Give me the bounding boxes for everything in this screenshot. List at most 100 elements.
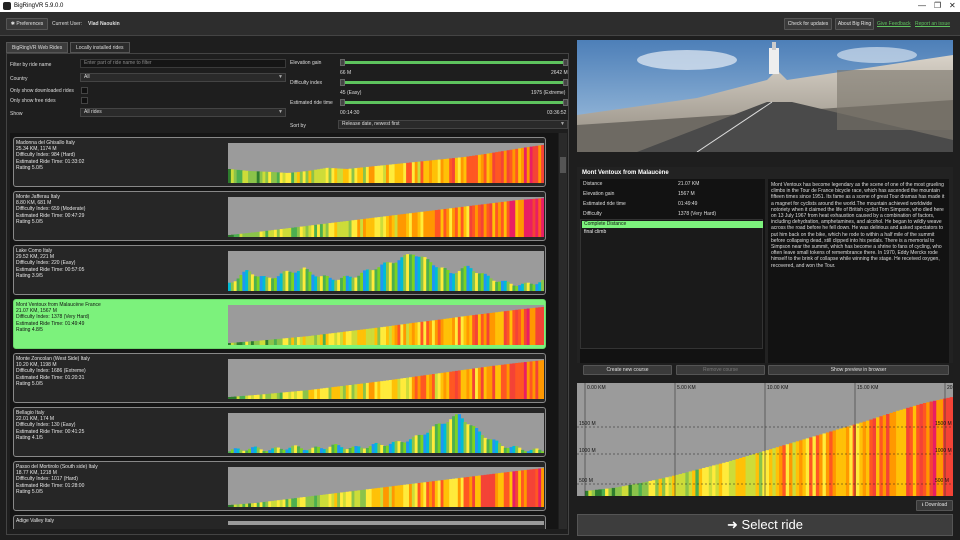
profile-bar <box>386 261 390 291</box>
profile-bar <box>732 459 736 496</box>
profile-bar <box>319 494 324 507</box>
climb-list[interactable]: Complete Distance final climb <box>580 219 763 349</box>
profile-bar <box>408 377 413 399</box>
profile-bar <box>698 468 703 496</box>
report-issue-link[interactable]: Report an issue <box>915 21 950 27</box>
profile-bar <box>351 384 355 399</box>
profile-bar <box>250 503 255 507</box>
profile-bar <box>285 338 289 345</box>
slider-handle[interactable] <box>563 99 568 106</box>
profile-bar <box>912 405 917 496</box>
profile-bar <box>845 426 850 496</box>
profile-bar <box>538 198 542 237</box>
profile-bar <box>469 425 473 453</box>
free-checkbox[interactable] <box>81 97 88 104</box>
climb-item[interactable]: Complete Distance <box>582 221 763 228</box>
profile-bar <box>394 485 398 507</box>
profile-bar <box>386 380 390 399</box>
ride-diff: Difficulty Index: 1378 (Very Hard) <box>16 314 90 321</box>
ride-rating: Rating 5.0/5 <box>16 164 43 171</box>
elevation-slider[interactable] <box>340 59 568 66</box>
sort-select[interactable]: Release date, newest first ▼ <box>338 120 568 129</box>
profile-bar <box>628 484 633 496</box>
slider-handle[interactable] <box>340 99 345 106</box>
profile-bar <box>417 212 421 237</box>
profile-bar <box>532 284 536 291</box>
remove-course-button[interactable]: Remove course <box>676 365 765 375</box>
ride-card[interactable]: Monte Zoncolan (West Side) Italy 10.20 KM… <box>13 353 546 403</box>
profile-bar <box>337 168 341 183</box>
profile-bar <box>250 341 255 345</box>
ride-card[interactable]: Bellagio Italy 22.01 KM, 174 M Difficulty … <box>13 407 546 457</box>
about-button[interactable]: About Big Ring <box>835 18 874 30</box>
preview-browser-button[interactable]: Show preview in browser <box>768 365 949 375</box>
profile-bar <box>495 365 499 399</box>
y-tick-label: 1000 M <box>935 448 952 454</box>
profile-bar <box>483 204 487 237</box>
feedback-link[interactable]: Give Feedback <box>877 21 911 27</box>
country-select[interactable]: All ▼ <box>80 73 286 82</box>
chevron-down-icon: ▼ <box>278 109 283 115</box>
ride-card[interactable]: Mont Ventoux from Malaucène France 21.07 … <box>13 299 546 349</box>
minimize-icon[interactable]: — <box>918 1 926 10</box>
ride-card[interactable]: Monte Jafferau Italy 8.80 KM, 681 M Diffic… <box>13 191 546 241</box>
profile-bar <box>678 473 683 496</box>
profile-bar <box>374 269 378 291</box>
downloaded-checkbox[interactable] <box>81 87 88 94</box>
profile-bar <box>500 201 505 237</box>
check-updates-button[interactable]: Check for updates <box>784 18 832 30</box>
create-course-button[interactable]: Create new course <box>583 365 672 375</box>
profile-bar <box>265 393 269 399</box>
profile-bar <box>469 205 473 237</box>
ride-card[interactable]: Lake Como Italy 29.52 KM, 221 M Difficulty… <box>13 245 546 295</box>
close-icon[interactable]: ✕ <box>949 1 956 10</box>
download-button[interactable]: ⭳ Download <box>916 500 953 511</box>
slider-handle[interactable] <box>563 79 568 86</box>
profile-bar <box>443 372 447 399</box>
slider-handle[interactable] <box>563 59 568 66</box>
difficulty-slider[interactable] <box>340 79 568 86</box>
profile-bar <box>541 451 544 453</box>
profile-bar <box>340 447 344 453</box>
slider-handle[interactable] <box>340 59 345 66</box>
profile-bar <box>308 449 312 453</box>
preferences-button[interactable]: ✱ Preferences <box>6 18 48 30</box>
profile-bar <box>400 378 404 399</box>
filter-input[interactable]: Enter part of ride name to filter <box>80 59 286 68</box>
profile-bar <box>386 164 390 183</box>
profile-bar <box>541 468 544 507</box>
x-tick-label: 15.00 KM <box>857 385 878 391</box>
ride-card[interactable]: Adige Valley Italy <box>13 515 546 529</box>
profile-bar <box>423 257 427 291</box>
profile-bar <box>916 404 920 496</box>
profile-bar <box>839 428 843 496</box>
select-ride-button[interactable]: ➜ Select ride <box>577 514 953 536</box>
ride-info: Mont Ventoux from Malaucène France 21.07 … <box>16 302 101 333</box>
profile-bar <box>365 489 370 507</box>
profile-bar <box>328 277 332 291</box>
ride-card[interactable]: Madonna del Ghisallo Italy 25.34 KM, 1174… <box>13 137 546 187</box>
climb-item[interactable]: final climb <box>582 229 763 236</box>
ride-card[interactable]: Passo del Mortirolo (South side) Italy 18… <box>13 461 546 511</box>
show-select[interactable]: All rides ▼ <box>80 108 286 117</box>
profile-bar <box>475 314 479 345</box>
maximize-icon[interactable]: ❐ <box>934 1 941 10</box>
profile-bar <box>434 159 439 183</box>
ride-list-scrollbar[interactable] <box>559 133 567 529</box>
profile-bar <box>342 168 347 183</box>
slider-handle[interactable] <box>340 79 345 86</box>
tab-local-rides[interactable]: Locally installed rides <box>70 42 130 53</box>
time-slider[interactable] <box>340 99 568 106</box>
profile-bar <box>374 166 378 183</box>
profile-bar <box>437 267 441 291</box>
tab-web-rides[interactable]: BigRingVR Web Rides <box>6 42 69 53</box>
scrollbar-thumb[interactable] <box>560 157 566 173</box>
profile-bar <box>718 463 723 496</box>
mountain-photo <box>577 40 953 152</box>
profile-bar <box>245 395 249 399</box>
ride-list[interactable]: Madonna del Ghisallo Italy 25.34 KM, 1174… <box>10 133 558 529</box>
profile-bar <box>486 474 490 507</box>
detail-value: 1378 (Very Hard) <box>678 211 717 217</box>
profile-bar <box>538 449 542 453</box>
time-min: 00:14:30 <box>340 110 360 116</box>
